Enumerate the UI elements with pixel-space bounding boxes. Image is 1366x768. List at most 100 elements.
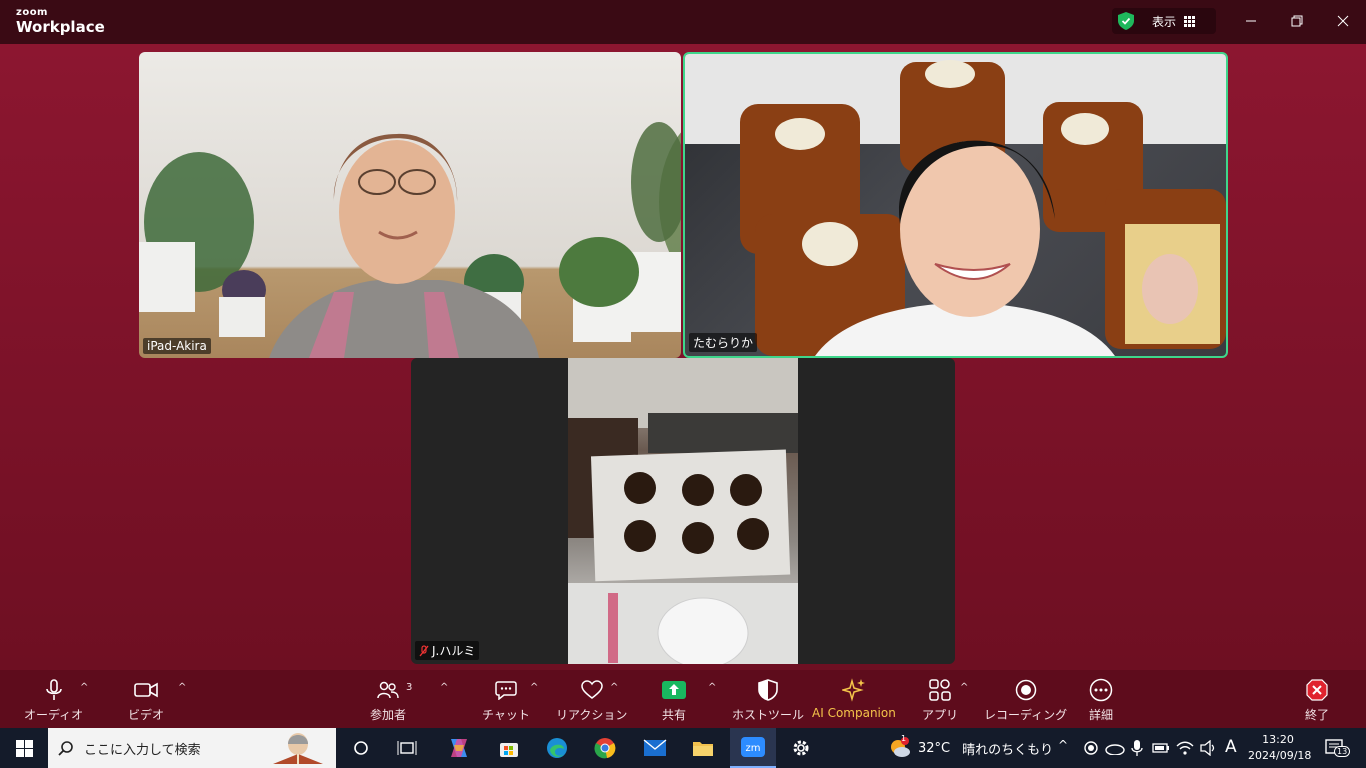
video-tile-ipad-akira[interactable]: iPad-Akira bbox=[139, 52, 681, 358]
participant-video bbox=[139, 122, 681, 358]
share-button[interactable]: 共有 bbox=[662, 678, 686, 723]
end-icon bbox=[1305, 678, 1329, 702]
start-button[interactable] bbox=[11, 736, 37, 760]
cortana-icon bbox=[354, 741, 368, 755]
settings-app[interactable] bbox=[788, 736, 814, 760]
recording-button[interactable]: レコーディング bbox=[984, 678, 1067, 723]
edge-icon bbox=[547, 738, 567, 758]
share-options-caret[interactable]: ^ bbox=[708, 682, 716, 693]
more-label: 詳細 bbox=[1089, 708, 1114, 722]
chat-icon bbox=[494, 678, 518, 702]
video-options-caret[interactable]: ^ bbox=[178, 682, 186, 693]
weather-badge: 1 bbox=[901, 734, 907, 743]
audio-button[interactable]: オーディオ bbox=[24, 678, 83, 723]
weather-partly-cloudy-icon bbox=[891, 737, 910, 757]
participants-options-caret[interactable]: ^ bbox=[440, 682, 448, 693]
video-stage: iPad-Akira たむらりか J.ハルミ bbox=[0, 44, 1366, 670]
wifi-icon bbox=[1176, 741, 1194, 755]
view-button[interactable]: 表示 bbox=[1112, 8, 1216, 34]
end-meeting-button[interactable]: 終了 bbox=[1305, 678, 1329, 723]
task-view-button[interactable] bbox=[394, 736, 420, 760]
apps-options-caret[interactable]: ^ bbox=[960, 682, 968, 693]
search-icon bbox=[58, 741, 73, 756]
tray-app-button[interactable] bbox=[1078, 736, 1104, 760]
participants-icon bbox=[376, 678, 400, 702]
minimize-icon bbox=[1246, 20, 1256, 22]
chat-options-caret[interactable]: ^ bbox=[530, 682, 538, 693]
participants-count: 3 bbox=[406, 682, 413, 693]
heart-icon bbox=[580, 678, 604, 702]
restore-icon bbox=[1291, 15, 1303, 27]
clock-date: 2024/09/18 bbox=[1248, 749, 1312, 762]
wifi-button[interactable] bbox=[1172, 736, 1198, 760]
folder-icon bbox=[693, 742, 713, 756]
weather-temp: 32°C bbox=[918, 740, 951, 756]
clock[interactable]: 13:20 2024/09/18 bbox=[1248, 732, 1312, 764]
minimize-button[interactable] bbox=[1236, 10, 1266, 32]
copilot-icon bbox=[451, 739, 467, 757]
microsoft-store-app[interactable] bbox=[496, 736, 522, 760]
chat-button[interactable]: チャット bbox=[482, 678, 530, 723]
battery-icon bbox=[1152, 743, 1169, 753]
weather-widget[interactable]: 1 32°C 晴れのちくもり bbox=[888, 734, 1053, 760]
more-icon bbox=[1089, 678, 1113, 702]
view-label: 表示 bbox=[1152, 14, 1177, 29]
notifications-button[interactable]: 13 bbox=[1322, 736, 1351, 760]
end-label: 終了 bbox=[1305, 708, 1330, 722]
apps-button[interactable]: アプリ bbox=[922, 678, 958, 723]
chrome-app[interactable] bbox=[592, 736, 618, 760]
video-tile-j-harumi[interactable]: J.ハルミ bbox=[411, 358, 955, 664]
participants-button[interactable]: 参加者 bbox=[370, 678, 406, 723]
edge-app[interactable] bbox=[544, 736, 570, 760]
microphone-icon bbox=[1131, 740, 1143, 756]
shield-icon bbox=[1118, 12, 1134, 30]
close-icon bbox=[1337, 15, 1349, 27]
battery-button[interactable] bbox=[1148, 736, 1174, 760]
close-button[interactable] bbox=[1328, 10, 1358, 32]
taskbar-search[interactable]: ここに入力して検索 bbox=[48, 728, 336, 768]
recording-label: レコーディング bbox=[984, 708, 1068, 722]
more-button[interactable]: 詳細 bbox=[1089, 678, 1113, 723]
show-hidden-icons-button[interactable]: ^ bbox=[1058, 738, 1068, 752]
video-tile-tamura-rika[interactable]: たむらりか bbox=[683, 52, 1228, 358]
notification-count: 13 bbox=[1334, 746, 1351, 757]
file-explorer-app[interactable] bbox=[690, 736, 716, 760]
shield-icon bbox=[756, 678, 780, 702]
record-icon bbox=[1014, 678, 1038, 702]
video-camera-icon bbox=[134, 678, 158, 702]
audio-options-caret[interactable]: ^ bbox=[80, 682, 88, 693]
audio-label: オーディオ bbox=[24, 708, 84, 722]
copilot-app[interactable] bbox=[446, 736, 472, 760]
gear-icon bbox=[793, 740, 809, 756]
host-tools-label: ホストツール bbox=[732, 708, 805, 722]
share-screen-icon bbox=[662, 678, 686, 702]
record-icon bbox=[1084, 741, 1098, 755]
task-view-icon bbox=[397, 741, 417, 755]
participant-name-label: J.ハルミ bbox=[415, 641, 480, 660]
zoom-app[interactable]: zm bbox=[730, 728, 776, 768]
ai-companion-button[interactable]: AI Companion bbox=[812, 678, 896, 720]
windows-taskbar: ここに入力して検索 zm 1 32°C 晴れのちくもり ^ A 13:20 20… bbox=[0, 728, 1366, 768]
reaction-options-caret[interactable]: ^ bbox=[610, 682, 618, 693]
restore-button[interactable] bbox=[1282, 10, 1312, 32]
clock-time: 13:20 bbox=[1262, 733, 1294, 746]
host-tools-button[interactable]: ホストツール bbox=[732, 678, 804, 723]
apps-icon bbox=[928, 678, 952, 702]
chat-label: チャット bbox=[482, 708, 530, 722]
participant-video bbox=[685, 54, 1226, 356]
speaker-icon bbox=[1200, 740, 1215, 756]
windows-icon bbox=[15, 739, 33, 757]
mail-app[interactable] bbox=[642, 736, 668, 760]
ai-companion-label: AI Companion bbox=[812, 706, 896, 720]
participant-video bbox=[568, 358, 798, 664]
mail-icon bbox=[643, 739, 667, 756]
video-button[interactable]: ビデオ bbox=[128, 678, 164, 723]
cortana-button[interactable] bbox=[348, 736, 374, 760]
participant-name-label: iPad-Akira bbox=[143, 338, 211, 354]
sparkle-icon bbox=[841, 678, 866, 702]
tray-microphone-button[interactable] bbox=[1124, 736, 1150, 760]
microphone-icon bbox=[42, 678, 66, 702]
ime-indicator[interactable]: A bbox=[1225, 737, 1237, 757]
reaction-label: リアクション bbox=[556, 708, 628, 722]
volume-button[interactable] bbox=[1196, 736, 1222, 760]
